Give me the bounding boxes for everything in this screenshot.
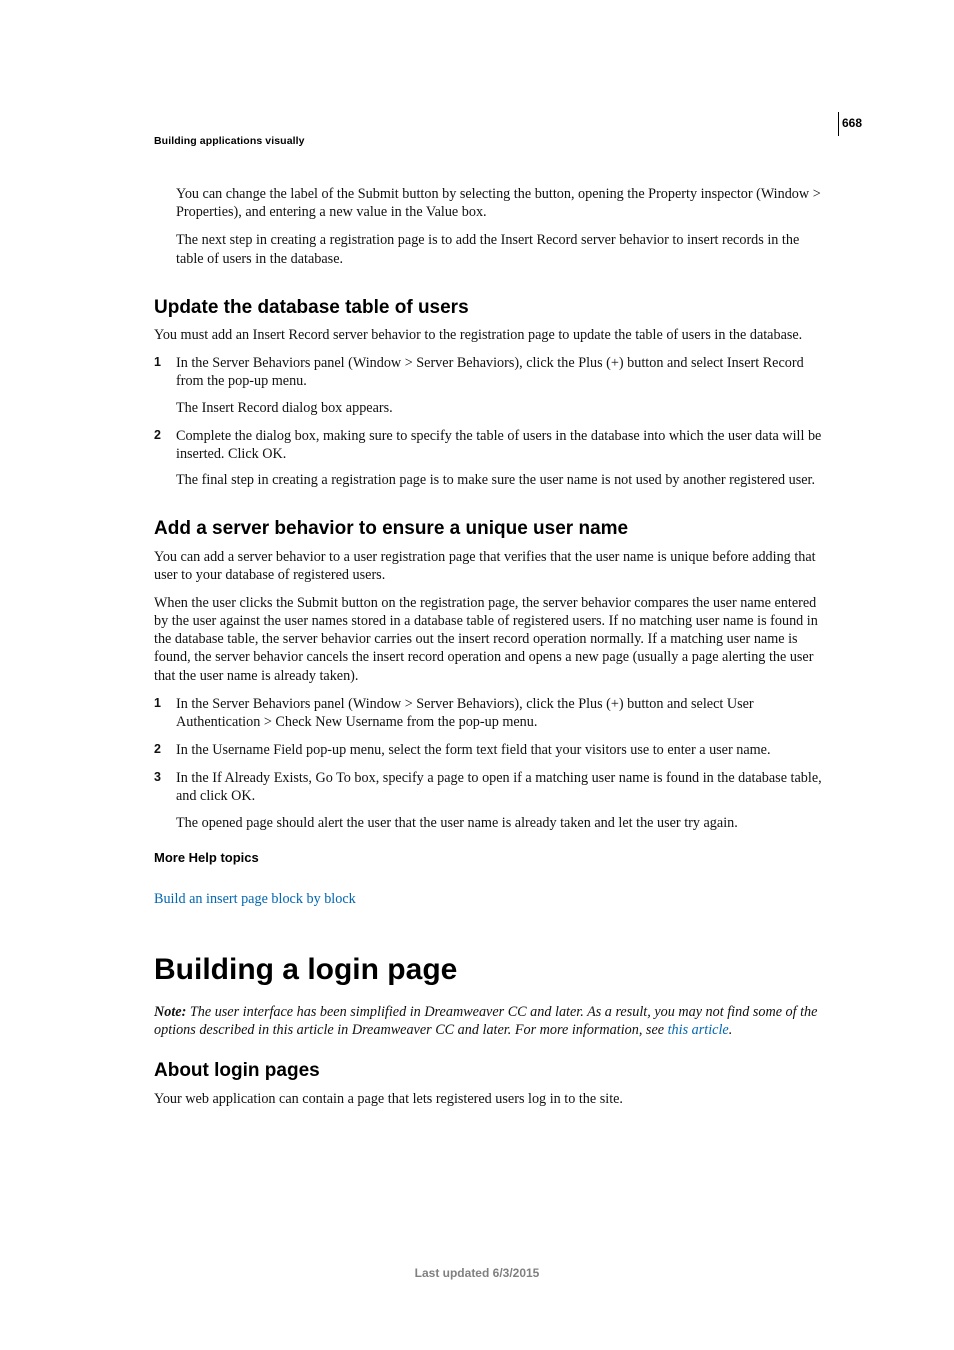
section1-steps: In the Server Behaviors panel (Window > …	[154, 354, 824, 489]
section2-p2: When the user clicks the Submit button o…	[154, 594, 824, 685]
section2-p1: You can add a server behavior to a user …	[154, 548, 824, 584]
section2-step3-main: In the If Already Exists, Go To box, spe…	[176, 769, 824, 805]
section1-step2-main: Complete the dialog box, making sure to …	[176, 427, 824, 463]
more-help-link[interactable]: Build an insert page block by block	[154, 891, 356, 907]
section1-step1-main: In the Server Behaviors panel (Window > …	[176, 354, 824, 390]
section1-heading: Update the database table of users	[154, 296, 824, 320]
body-text: You can change the label of the Submit b…	[154, 185, 824, 1108]
note-label: Note:	[154, 1004, 186, 1020]
section2-step3-sub: The opened page should alert the user th…	[176, 814, 824, 832]
section2-step2: In the Username Field pop-up menu, selec…	[154, 741, 824, 759]
footer-last-updated: Last updated 6/3/2015	[0, 1266, 954, 1280]
chapter-heading: Building a login page	[154, 951, 824, 989]
section2-steps: In the Server Behaviors panel (Window > …	[154, 695, 824, 832]
section2-step2-main: In the Username Field pop-up menu, selec…	[176, 741, 824, 759]
note-text-2: .	[729, 1022, 733, 1038]
section1-step2: Complete the dialog box, making sure to …	[154, 427, 824, 490]
section1-step1: In the Server Behaviors panel (Window > …	[154, 354, 824, 417]
section2-step3: In the If Already Exists, Go To box, spe…	[154, 769, 824, 832]
page: 668 Building applications visually You c…	[0, 0, 954, 1350]
chapter-note: Note: The user interface has been simpli…	[154, 1003, 824, 1039]
about-login-p1: Your web application can contain a page …	[154, 1090, 824, 1108]
about-login-heading: About login pages	[154, 1059, 824, 1083]
section1-step2-sub: The final step in creating a registratio…	[176, 471, 824, 489]
more-help-heading: More Help topics	[154, 850, 824, 867]
section1-intro: You must add an Insert Record server beh…	[154, 326, 824, 344]
page-number: 668	[834, 116, 862, 130]
section1-step1-sub: The Insert Record dialog box appears.	[176, 399, 824, 417]
intro-p2: The next step in creating a registration…	[176, 231, 824, 267]
section2-step1: In the Server Behaviors panel (Window > …	[154, 695, 824, 731]
section2-heading: Add a server behavior to ensure a unique…	[154, 517, 824, 541]
section2-step1-main: In the Server Behaviors panel (Window > …	[176, 695, 824, 731]
running-head: Building applications visually	[154, 135, 824, 147]
note-link[interactable]: this article	[668, 1022, 729, 1038]
intro-indent-block: You can change the label of the Submit b…	[176, 185, 824, 268]
intro-p1: You can change the label of the Submit b…	[176, 185, 824, 221]
